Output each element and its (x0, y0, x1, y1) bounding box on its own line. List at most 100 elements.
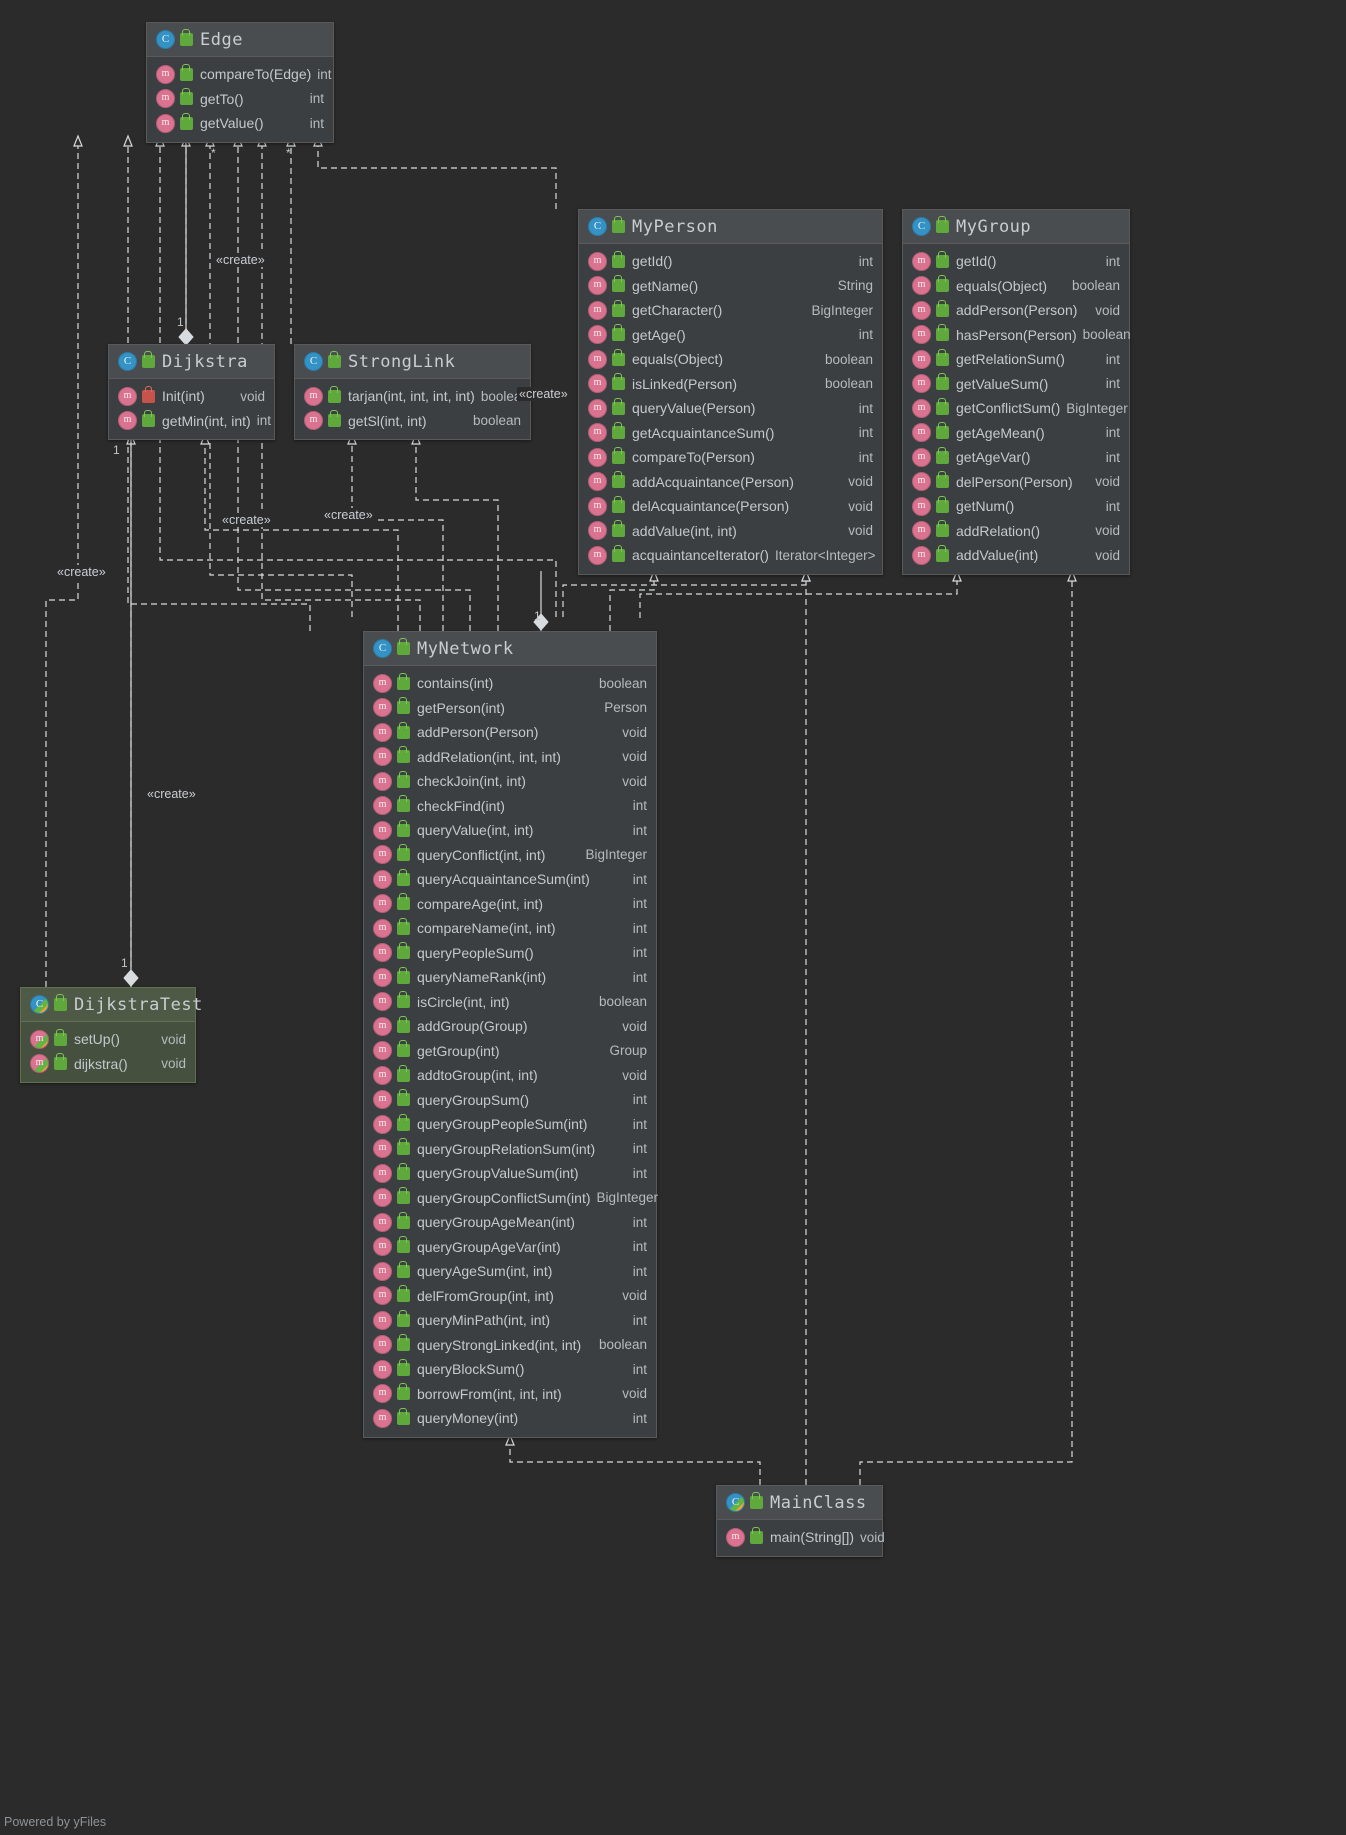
method-name-label: main(String[]) (770, 1529, 855, 1546)
method-icon (373, 820, 392, 840)
method-row[interactable]: getNum() int (903, 494, 1129, 519)
method-icon (373, 1188, 392, 1208)
method-row[interactable]: queryPeopleSum() int (364, 941, 656, 966)
method-row[interactable]: getMin(int, int) int (109, 409, 274, 434)
method-row[interactable]: queryGroupAgeMean(int) int (364, 1210, 656, 1235)
method-icon (373, 1041, 392, 1061)
method-row[interactable]: getId() int (903, 249, 1129, 274)
method-row[interactable]: compareTo(Person) int (579, 445, 882, 470)
method-row[interactable]: tarjan(int, int, int, int)boolean (295, 384, 530, 409)
method-row[interactable]: addGroup(Group) void (364, 1014, 656, 1039)
class-box-stronglink[interactable]: StrongLink tarjan(int, int, int, int)bool… (294, 344, 531, 440)
method-row[interactable]: addPerson(Person) void (903, 298, 1129, 323)
class-title-dijkstra[interactable]: Dijkstra (109, 345, 274, 379)
method-row[interactable]: contains(int) boolean (364, 671, 656, 696)
method-row[interactable]: getId() int (579, 249, 882, 274)
method-row[interactable]: main(String[]) void (717, 1525, 885, 1550)
class-title-mainclass[interactable]: MainClass (717, 1486, 882, 1520)
method-row[interactable]: addAcquaintance(Person) void (579, 470, 882, 495)
class-title-dijkstratest[interactable]: DijkstraTest (21, 988, 202, 1022)
method-row[interactable]: acquaintanceIterator() Iterator<Integer> (579, 543, 882, 568)
method-row[interactable]: setUp() void (21, 1027, 195, 1052)
method-row[interactable]: getAgeVar() int (903, 445, 1129, 470)
class-title-stronglink[interactable]: StrongLink (295, 345, 530, 379)
method-row[interactable]: getConflictSum() BigInteger (903, 396, 1129, 421)
method-row[interactable]: getAge() int (579, 323, 882, 348)
method-icon (373, 943, 392, 963)
method-row[interactable]: getAcquaintanceSum() int (579, 421, 882, 446)
method-name-label: getId() (632, 253, 673, 270)
public-visibility-icon (750, 1526, 763, 1544)
method-row[interactable]: queryConflict(int, int) BigInteger (364, 843, 656, 868)
method-return-type-label: BigInteger (596, 1190, 659, 1206)
method-row[interactable]: addValue(int, int) void (579, 519, 882, 544)
class-box-mainclass[interactable]: MainClass main(String[]) void (716, 1485, 885, 1557)
method-row[interactable]: borrowFrom(int, int, int) void (364, 1382, 656, 1407)
method-row[interactable]: isCircle(int, int) boolean (364, 990, 656, 1015)
method-row[interactable]: addtoGroup(int, int) void (364, 1063, 656, 1088)
public-visibility-icon (397, 795, 410, 813)
method-row[interactable]: getTo() int (147, 87, 333, 112)
method-row[interactable]: getCharacter() BigInteger (579, 298, 882, 323)
method-row[interactable]: checkJoin(int, int) void (364, 769, 656, 794)
method-row[interactable]: equals(Object) boolean (579, 347, 882, 372)
class-box-myperson[interactable]: MyPerson getId() int getName() String getChar… (578, 209, 883, 575)
class-title-mynetwork[interactable]: MyNetwork (364, 632, 656, 666)
class-title-edge[interactable]: Edge (147, 23, 333, 57)
method-row[interactable]: getValueSum() int (903, 372, 1129, 397)
method-icon (373, 1384, 392, 1404)
method-return-type-label: void (848, 498, 873, 514)
class-box-mynetwork[interactable]: MyNetwork contains(int) boolean getPerson(i… (363, 631, 659, 1438)
method-row[interactable]: queryValue(Person) int (579, 396, 882, 421)
method-row[interactable]: queryMinPath(int, int) int (364, 1308, 656, 1333)
method-row[interactable]: queryStrongLinked(int, int) boolean (364, 1333, 656, 1358)
method-row[interactable]: queryAcquaintanceSum(int) int (364, 867, 656, 892)
class-box-dijkstratest[interactable]: DijkstraTest setUp() void dijkstra() void (20, 987, 202, 1083)
method-row[interactable]: addRelation() void (903, 519, 1129, 544)
method-row[interactable]: addRelation(int, int, int) void (364, 745, 656, 770)
method-row[interactable]: queryNameRank(int) int (364, 965, 656, 990)
method-row[interactable]: getPerson(int) Person (364, 696, 656, 721)
class-box-mygroup[interactable]: MyGroupgetId()intequals(Object)booleanad… (902, 209, 1131, 575)
method-row[interactable]: queryGroupValueSum(int) int (364, 1161, 656, 1186)
method-row[interactable]: delFromGroup(int, int) void (364, 1284, 656, 1309)
method-row[interactable]: compareTo(Edge) int (147, 62, 333, 87)
public-visibility-icon (612, 397, 625, 415)
class-box-dijkstra[interactable]: Dijkstra Init(int) void getMin(int, int) int (108, 344, 275, 440)
public-visibility-icon (142, 351, 155, 368)
method-row[interactable]: queryGroupRelationSum(int) int (364, 1137, 656, 1162)
method-row[interactable]: compareName(int, int) int (364, 916, 656, 941)
method-row[interactable]: compareAge(int, int) int (364, 892, 656, 917)
method-row[interactable]: getRelationSum() int (903, 347, 1129, 372)
method-row[interactable]: getGroup(int) Group (364, 1039, 656, 1064)
method-row[interactable]: delAcquaintance(Person) void (579, 494, 882, 519)
method-row[interactable]: delPerson(Person) void (903, 470, 1129, 495)
method-row[interactable]: queryValue(int, int) int (364, 818, 656, 843)
method-row[interactable]: equals(Object) boolean (903, 274, 1129, 299)
method-row[interactable]: queryBlockSum() int (364, 1357, 656, 1382)
method-row[interactable]: queryMoney(int) int (364, 1406, 656, 1431)
method-row[interactable]: queryGroupAgeVar(int) int (364, 1235, 656, 1260)
method-row[interactable]: queryAgeSum(int, int) int (364, 1259, 656, 1284)
method-row[interactable]: isLinked(Person) boolean (579, 372, 882, 397)
method-name-label: queryMoney(int) (417, 1410, 519, 1427)
method-row[interactable]: Init(int) void (109, 384, 274, 409)
method-row[interactable]: checkFind(int) int (364, 794, 656, 819)
class-box-edge[interactable]: Edge compareTo(Edge)intgetTo()intgetValue… (146, 22, 334, 143)
method-row[interactable]: dijkstra() void (21, 1052, 195, 1077)
public-visibility-icon (397, 844, 410, 862)
method-row[interactable]: queryGroupSum() int (364, 1088, 656, 1113)
method-row[interactable]: queryGroupConflictSum(int) BigInteger (364, 1186, 659, 1211)
method-row[interactable]: hasPerson(Person) boolean (903, 323, 1131, 348)
method-row[interactable]: getName() String (579, 274, 882, 299)
method-row[interactable]: getAgeMean() int (903, 421, 1129, 446)
method-icon (912, 496, 931, 516)
method-row[interactable]: addValue(int) void (903, 543, 1129, 568)
method-row[interactable]: queryGroupPeopleSum(int) int (364, 1112, 656, 1137)
method-return-type-label: int (632, 1092, 647, 1108)
class-title-mygroup[interactable]: MyGroup (903, 210, 1129, 244)
class-title-myperson[interactable]: MyPerson (579, 210, 882, 244)
method-row[interactable]: getValue() int (147, 111, 333, 136)
method-row[interactable]: getSl(int, int) boolean (295, 409, 530, 434)
method-row[interactable]: addPerson(Person) void (364, 720, 656, 745)
